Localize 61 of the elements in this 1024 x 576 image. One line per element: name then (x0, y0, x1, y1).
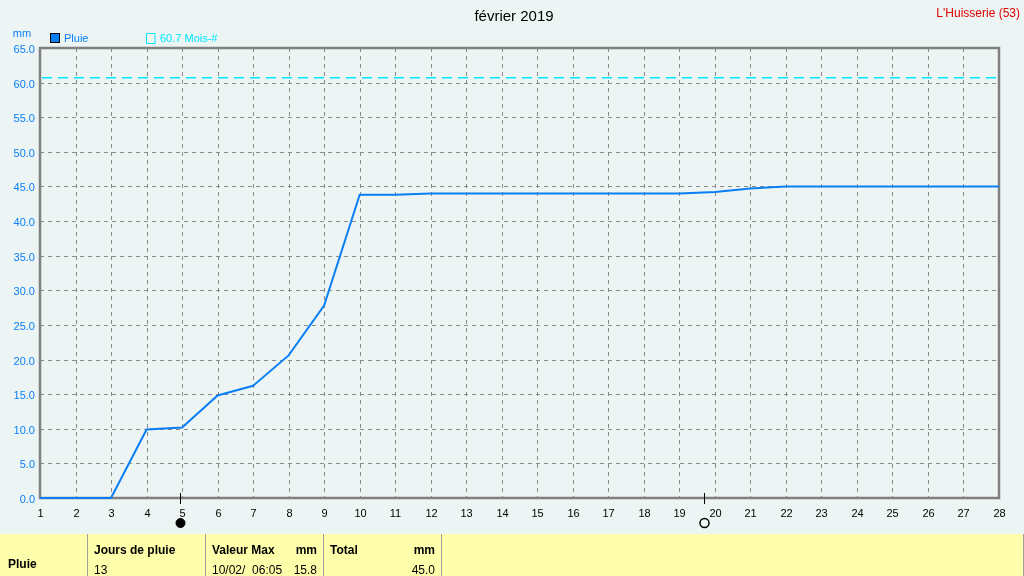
x-axis-label: 20 (709, 507, 722, 519)
x-axis-label: 17 (602, 507, 615, 519)
y-axis-label: 60.0 (13, 77, 35, 90)
y-axis-label: 30.0 (13, 284, 35, 297)
tick-mark (704, 492, 705, 505)
x-axis-label: 26 (922, 507, 935, 519)
x-axis-label: 12 (425, 507, 438, 519)
x-axis-label: 4 (144, 507, 151, 519)
table-cell-text: 13 (94, 562, 108, 576)
column-header: Valeur Max (212, 542, 275, 559)
table-cell-text: 15.8 (293, 562, 317, 576)
x-axis-label: 3 (108, 507, 115, 519)
y-axis-label: 65.0 (13, 42, 35, 55)
x-axis-label: 13 (460, 507, 473, 519)
x-axis-label: 21 (744, 507, 757, 519)
axis-unit: mm (12, 27, 32, 39)
y-axis-label: 45.0 (13, 180, 35, 193)
new-moon-icon (175, 518, 186, 528)
x-axis-label: 7 (250, 507, 257, 519)
chart-title: février 2019 (474, 7, 554, 24)
y-axis-label: 35.0 (13, 250, 35, 263)
y-axis-label: 0.0 (19, 492, 35, 505)
legend-label: 60.7 Mois-# (160, 32, 218, 44)
x-axis-label: 16 (567, 507, 580, 519)
legend-label: Pluie (64, 32, 89, 44)
y-axis-label: 5.0 (19, 457, 35, 470)
unit-label: mm (413, 542, 435, 559)
x-axis-label: 1 (37, 507, 44, 519)
y-axis-label: 15.0 (13, 388, 35, 401)
y-axis-label: 25.0 (13, 319, 35, 332)
column-header: Jours de pluie (94, 542, 176, 559)
full-moon-icon (699, 517, 710, 529)
x-axis-label: 18 (638, 507, 651, 519)
x-axis-label: 28 (993, 507, 1006, 519)
x-axis-label: 15 (531, 507, 544, 519)
table-cell-text: 45.0 (411, 562, 435, 576)
x-axis-label: 10 (354, 507, 367, 519)
row-header: Pluie (8, 556, 37, 573)
x-axis-label: 19 (673, 507, 686, 519)
column-header: Total (330, 542, 358, 559)
y-axis-label: 20.0 (13, 354, 35, 367)
unit-label: mm (295, 542, 317, 559)
x-axis-label: 9 (321, 507, 328, 519)
table-cell-text: 10/02/ 06:05 (212, 562, 283, 576)
y-axis-label: 50.0 (13, 146, 35, 159)
tick-mark (180, 492, 181, 505)
y-axis-label: 40.0 (13, 215, 35, 228)
x-axis-label: 11 (389, 507, 402, 519)
x-axis-label: 2 (73, 507, 80, 519)
x-axis-label: 24 (851, 507, 864, 519)
y-axis-label: 55.0 (13, 111, 35, 124)
x-axis-label: 22 (780, 507, 793, 519)
x-axis-label: 5 (179, 507, 186, 519)
x-axis-label: 25 (886, 507, 899, 519)
x-axis-label: 6 (215, 507, 222, 519)
y-axis-label: 10.0 (13, 423, 35, 436)
station-name: L'Huisserie (53) (936, 6, 1020, 20)
x-axis-label: 23 (815, 507, 828, 519)
x-axis-label: 8 (286, 507, 293, 519)
x-axis-label: 27 (957, 507, 970, 519)
x-axis-label: 14 (496, 507, 509, 519)
